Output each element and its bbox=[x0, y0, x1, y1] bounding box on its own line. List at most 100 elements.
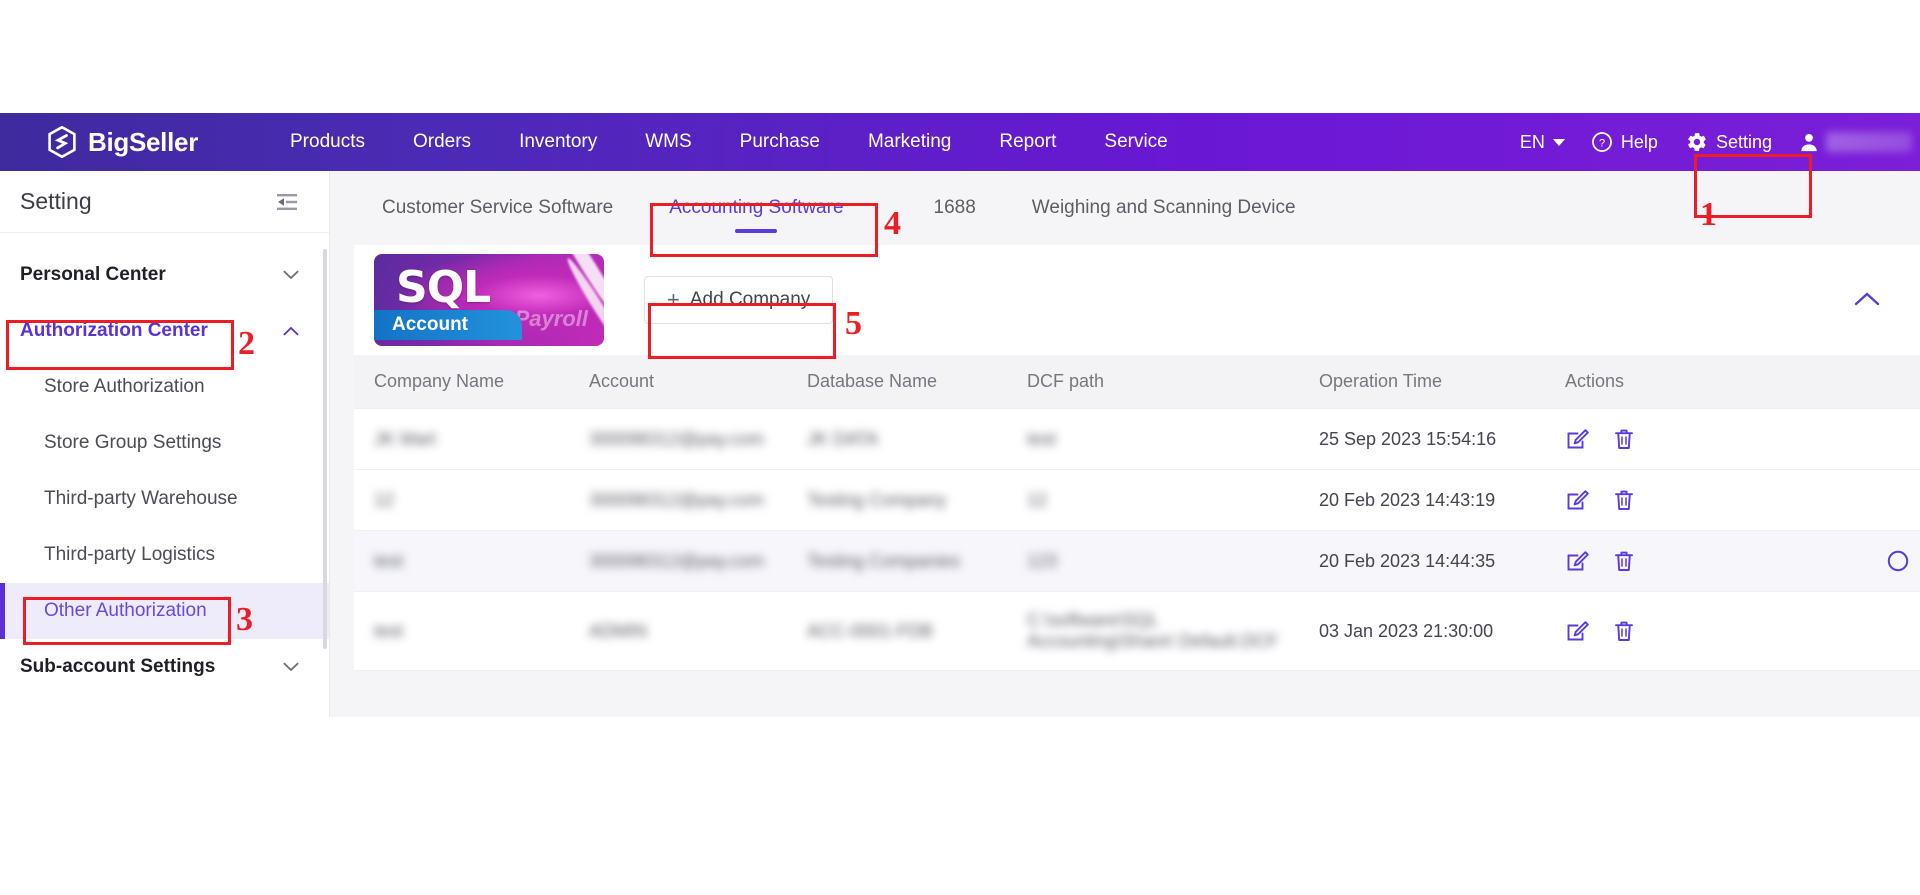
nav-item-marketing[interactable]: Marketing bbox=[844, 131, 975, 153]
sidebar-item-other-authorization[interactable]: Other Authorization bbox=[0, 583, 329, 639]
tab-weighing-and-scanning-device[interactable]: Weighing and Scanning Device bbox=[1004, 171, 1324, 245]
cell-actions bbox=[1545, 592, 1920, 671]
redacted-value: test bbox=[374, 621, 403, 642]
add-company-label: Add Company bbox=[690, 289, 810, 311]
delete-icon[interactable] bbox=[1612, 488, 1636, 512]
sidebar-scrollbar[interactable] bbox=[323, 249, 327, 649]
more-icon[interactable] bbox=[1886, 549, 1910, 573]
sidebar-header: Setting bbox=[0, 171, 329, 233]
edit-icon[interactable] bbox=[1565, 619, 1589, 643]
panel-collapse-button[interactable] bbox=[1854, 291, 1880, 312]
body-wrapper: Setting Personal Center Authorization C bbox=[0, 171, 1920, 717]
cell-account: 300098312@pay.com bbox=[569, 409, 787, 470]
chevron-up-icon bbox=[1854, 291, 1880, 307]
nav-item-report[interactable]: Report bbox=[975, 131, 1080, 153]
column-header-company-name: Company Name bbox=[354, 355, 569, 409]
cell-actions bbox=[1545, 531, 1920, 592]
cell-actions bbox=[1545, 470, 1920, 531]
sidebar: Setting Personal Center Authorization C bbox=[0, 171, 330, 717]
redacted-value: test bbox=[1027, 429, 1056, 450]
delete-icon[interactable] bbox=[1612, 427, 1636, 451]
sidebar-item-store-authorization[interactable]: Store Authorization bbox=[0, 359, 329, 415]
help-button[interactable]: ? Help bbox=[1581, 131, 1672, 153]
redacted-value: Testing Companies bbox=[807, 551, 960, 572]
app-root: BigSeller Products Orders Inventory WMS … bbox=[0, 113, 1920, 717]
chevron-up-icon bbox=[283, 326, 299, 336]
sidebar-group-label: Personal Center bbox=[20, 264, 166, 286]
table-row[interactable]: 12 300098312@pay.com Testing Company 12 … bbox=[354, 470, 1920, 531]
main-content: Customer Service Software Accounting Sof… bbox=[330, 171, 1920, 717]
table-header-row: Company Name Account Database Name DCF p… bbox=[354, 355, 1920, 409]
tab-label: 1688 bbox=[934, 197, 976, 219]
sidebar-collapse-icon[interactable] bbox=[275, 193, 299, 211]
tab-customer-service-software[interactable]: Customer Service Software bbox=[354, 171, 641, 245]
redacted-value: C:\software\SQL Accounting\Share\ Defaul… bbox=[1027, 610, 1299, 652]
sidebar-group-personal-center[interactable]: Personal Center bbox=[0, 247, 329, 303]
edit-icon[interactable] bbox=[1565, 427, 1589, 451]
column-header-account: Account bbox=[569, 355, 787, 409]
language-selector[interactable]: EN bbox=[1504, 132, 1581, 153]
sidebar-item-store-group-settings[interactable]: Store Group Settings bbox=[0, 415, 329, 471]
panel-header: Payroll SQL Account + Add Company bbox=[354, 245, 1920, 355]
cell-actions bbox=[1545, 409, 1920, 470]
redacted-value: 300098312@pay.com bbox=[589, 429, 764, 450]
redacted-value: 12 bbox=[1027, 490, 1047, 511]
cell-company-name: test bbox=[354, 592, 569, 671]
redacted-value: JK DATA bbox=[807, 429, 878, 450]
sidebar-group-authorization-center[interactable]: Authorization Center bbox=[0, 303, 329, 359]
table-row[interactable]: JK Mart 300098312@pay.com JK DATA test 2… bbox=[354, 409, 1920, 470]
nav-item-purchase[interactable]: Purchase bbox=[716, 131, 844, 153]
sidebar-menu: Personal Center Authorization Center Sto… bbox=[0, 233, 329, 695]
sidebar-item-label: Third-party Warehouse bbox=[44, 488, 238, 510]
chevron-down-icon bbox=[1553, 139, 1565, 146]
column-header-database-name: Database Name bbox=[787, 355, 1007, 409]
nav-item-orders[interactable]: Orders bbox=[389, 131, 495, 153]
nav-item-products[interactable]: Products bbox=[266, 131, 389, 153]
nav-item-inventory[interactable]: Inventory bbox=[495, 131, 621, 153]
sidebar-title: Setting bbox=[20, 188, 92, 215]
cell-operation-time: 20 Feb 2023 14:44:35 bbox=[1299, 531, 1545, 592]
redacted-value: Testing Company bbox=[807, 490, 946, 511]
cell-company-name: JK Mart bbox=[354, 409, 569, 470]
add-company-button[interactable]: + Add Company bbox=[644, 276, 833, 324]
delete-icon[interactable] bbox=[1612, 619, 1636, 643]
delete-icon[interactable] bbox=[1612, 549, 1636, 573]
sidebar-item-third-party-logistics[interactable]: Third-party Logistics bbox=[0, 527, 329, 583]
sidebar-item-third-party-warehouse[interactable]: Third-party Warehouse bbox=[0, 471, 329, 527]
main-menu: Products Orders Inventory WMS Purchase M… bbox=[266, 131, 1192, 153]
cell-dcf-path: 123 bbox=[1007, 531, 1299, 592]
nav-item-service[interactable]: Service bbox=[1080, 131, 1191, 153]
cell-account: 300098312@pay.com bbox=[569, 470, 787, 531]
cell-database-name: Testing Company bbox=[787, 470, 1007, 531]
svg-text:?: ? bbox=[1599, 138, 1605, 150]
tab-1688[interactable]: 1688 bbox=[872, 171, 1004, 245]
setting-menu[interactable]: Setting bbox=[1672, 131, 1786, 153]
cell-dcf-path: C:\software\SQL Accounting\Share\ Defaul… bbox=[1007, 592, 1299, 671]
help-label: Help bbox=[1621, 132, 1658, 153]
cell-database-name: ACC-0001-FDB bbox=[787, 592, 1007, 671]
table-row[interactable]: test 300098312@pay.com Testing Companies… bbox=[354, 531, 1920, 592]
edit-icon[interactable] bbox=[1565, 488, 1589, 512]
logo-watermark: Payroll bbox=[515, 306, 588, 332]
top-navigation-bar: BigSeller Products Orders Inventory WMS … bbox=[0, 113, 1920, 171]
cell-operation-time: 25 Sep 2023 15:54:16 bbox=[1299, 409, 1545, 470]
edit-icon[interactable] bbox=[1565, 549, 1589, 573]
gear-icon bbox=[1686, 131, 1708, 153]
sidebar-group-sub-account-settings[interactable]: Sub-account Settings bbox=[0, 639, 329, 695]
table-row[interactable]: test ADMIN ACC-0001-FDB C:\software\SQL … bbox=[354, 592, 1920, 671]
redacted-value: 300098312@pay.com bbox=[589, 551, 764, 572]
user-menu[interactable] bbox=[1786, 131, 1920, 153]
redacted-value: ACC-0001-FDB bbox=[807, 621, 933, 642]
sidebar-item-label: Third-party Logistics bbox=[44, 544, 215, 566]
brand[interactable]: BigSeller bbox=[0, 126, 252, 158]
accounting-software-panel: Payroll SQL Account + Add Company bbox=[354, 245, 1920, 671]
redacted-value: JK Mart bbox=[374, 429, 436, 450]
logo-badge: Account bbox=[374, 310, 522, 340]
redacted-value: 12 bbox=[374, 490, 394, 511]
nav-item-wms[interactable]: WMS bbox=[621, 131, 715, 153]
question-circle-icon: ? bbox=[1591, 131, 1613, 153]
redacted-value: 123 bbox=[1027, 551, 1057, 572]
username-redacted bbox=[1826, 132, 1912, 152]
sidebar-item-label: Store Authorization bbox=[44, 376, 205, 398]
tab-accounting-software[interactable]: Accounting Software bbox=[641, 171, 871, 245]
